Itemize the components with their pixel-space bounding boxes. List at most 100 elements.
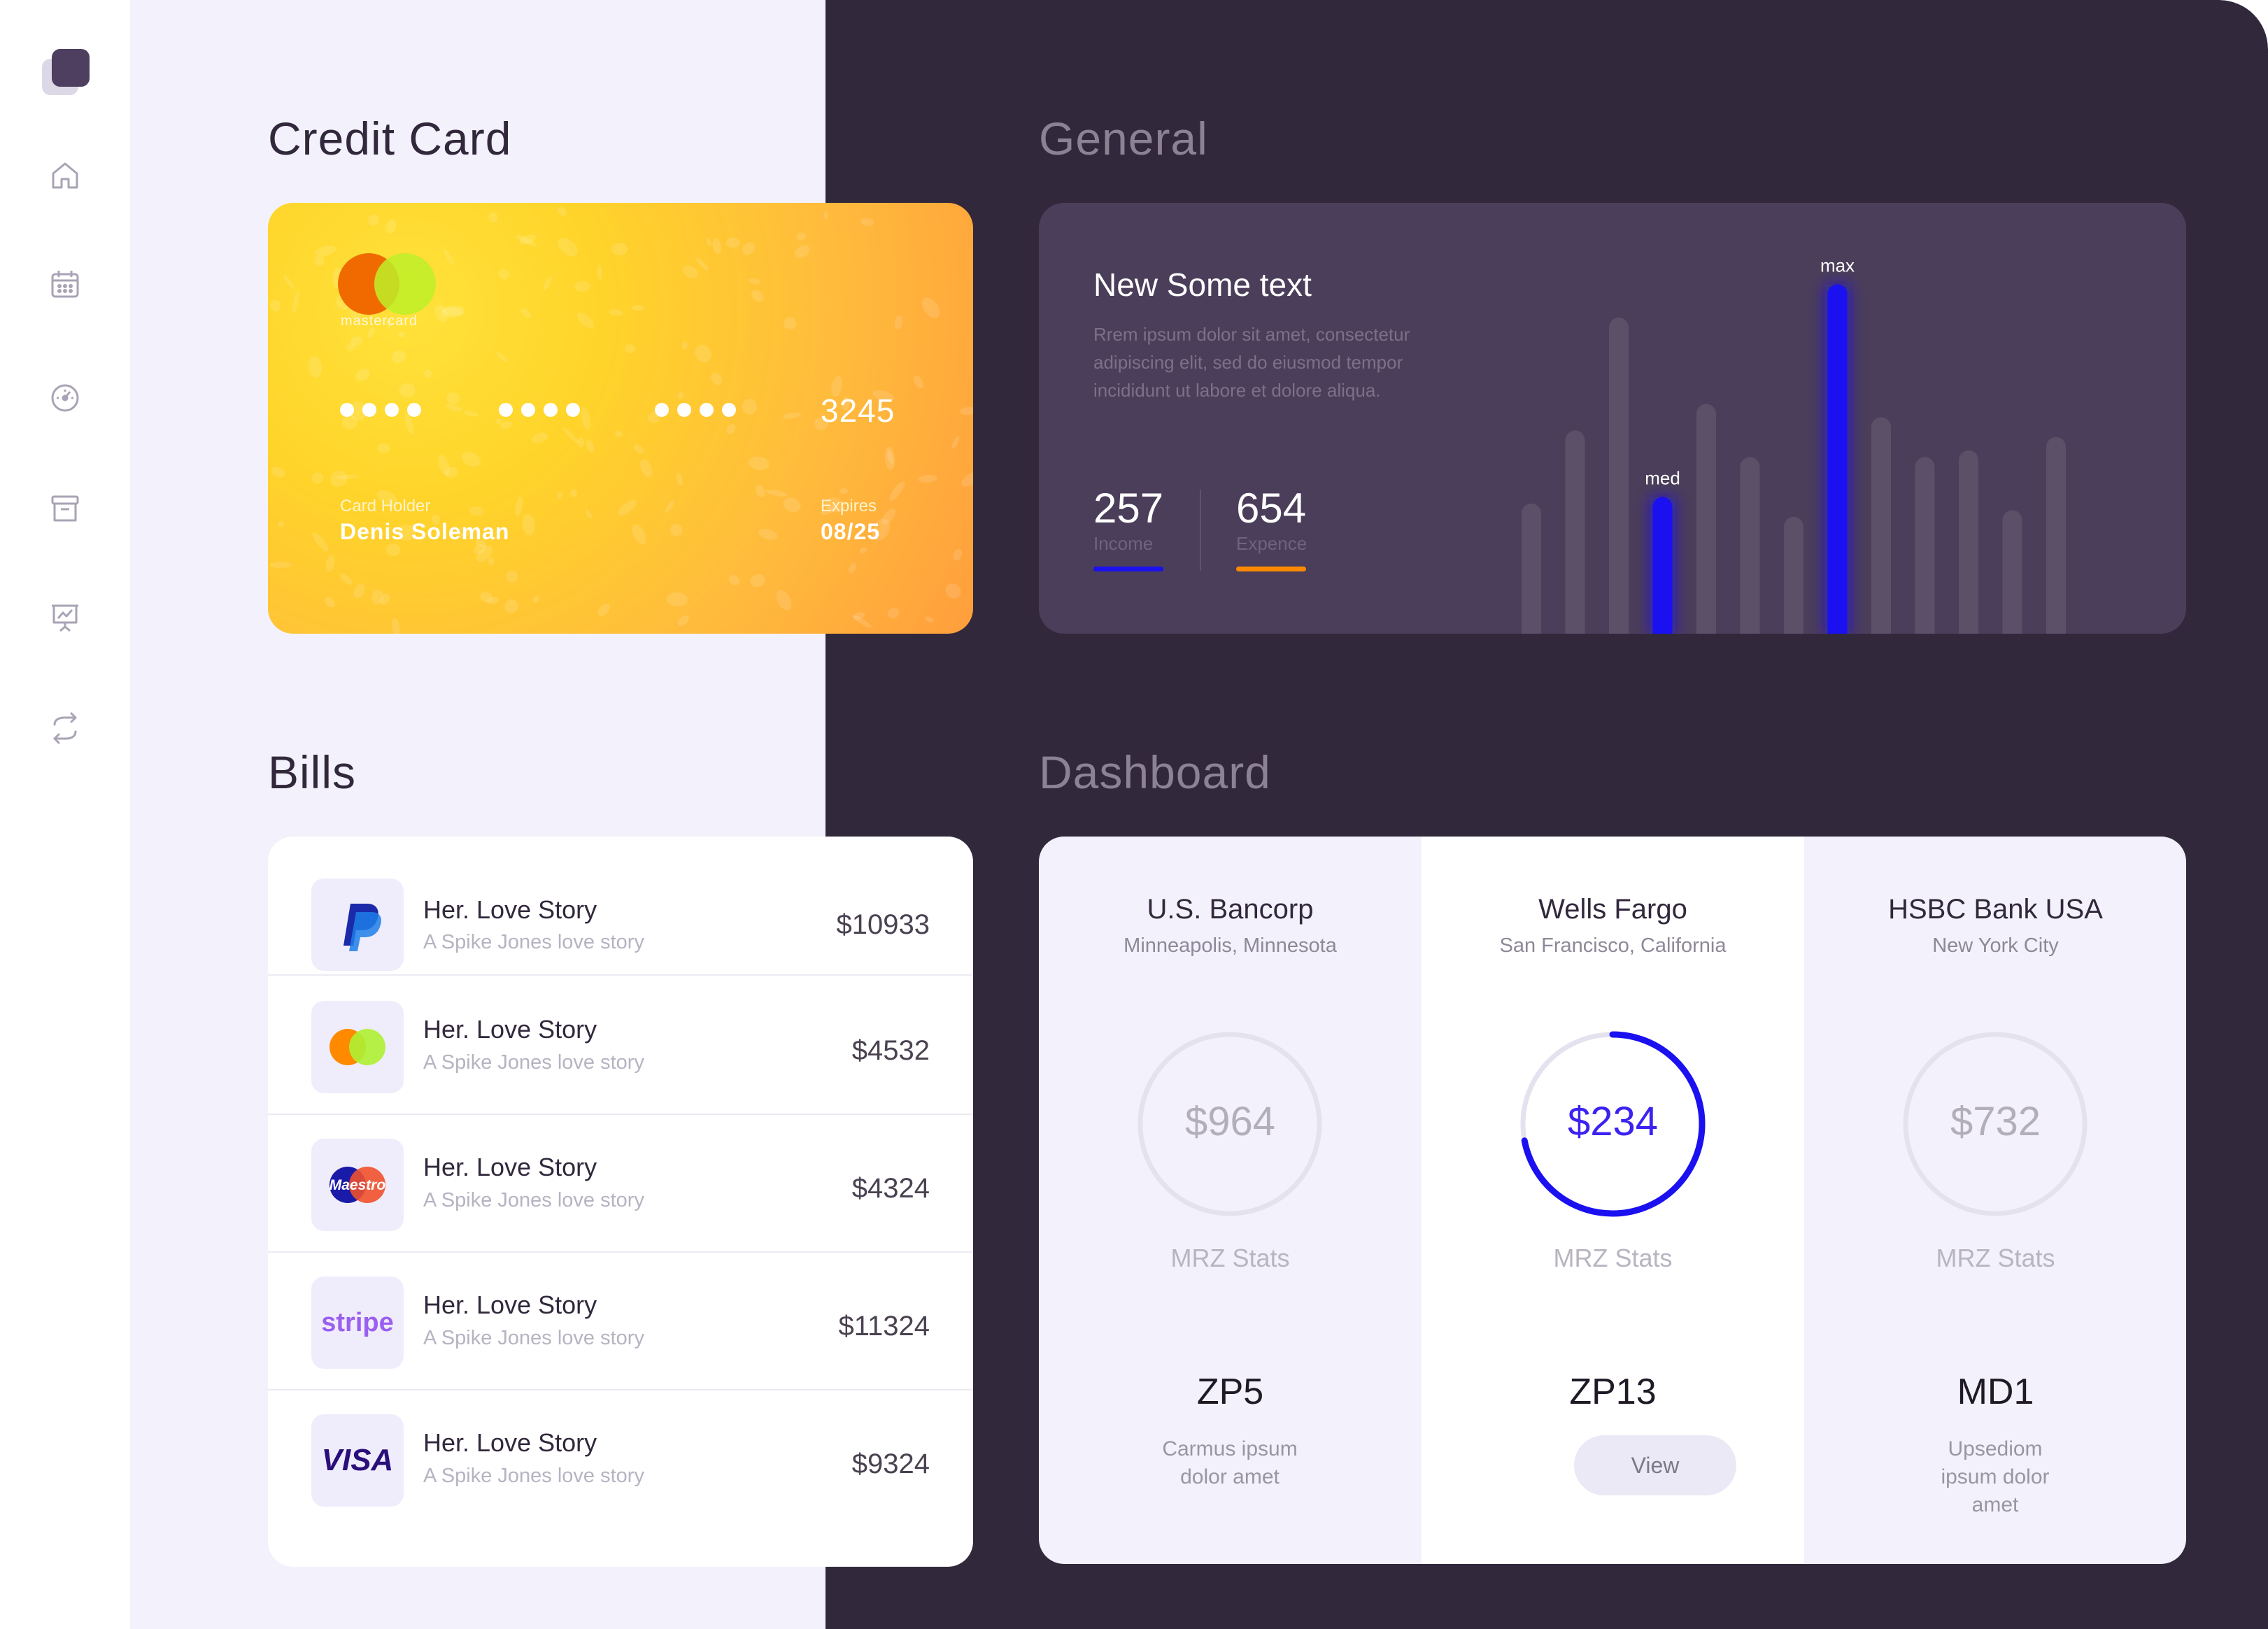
bank-stat-label: MRZ Stats [1170,1244,1290,1272]
card-speck [501,597,521,616]
card-speck [496,266,511,282]
card-speck [624,343,636,354]
bill-row[interactable]: stripe Her. Love Story A Spike Jones lov… [268,1251,973,1390]
income-value: 257 [1093,485,1164,532]
card-speck [924,615,935,623]
card-speck [596,264,602,280]
bill-row[interactable]: Her. Love Story A Spike Jones love story… [268,976,973,1115]
bank-note: Carmus ipsum dolor amet [1162,1437,1298,1488]
calendar-icon[interactable] [48,267,83,302]
bill-title: Her. Love Story [423,1015,597,1044]
chart-bar [1522,504,1541,634]
card-speck [669,522,684,538]
bank-location: San Francisco, California [1499,934,1727,957]
card-speck [487,211,499,224]
card-speck [322,595,337,610]
home-icon[interactable] [48,158,83,193]
general-panel: New Some text Rrem ipsum dolor sit amet,… [1039,203,2186,634]
card-speck [519,306,533,320]
card-brand-text: mastercard [341,313,418,329]
bank-code: ZP13 [1569,1372,1657,1412]
card-speck [632,443,646,456]
card-speck [823,211,828,220]
card-speck [324,554,336,573]
bank-code: ZP5 [1196,1372,1264,1412]
bill-subtitle: A Spike Jones love story [423,1189,644,1211]
card-number-last4: 3245 [821,392,895,429]
card-speck [711,237,723,255]
bill-row[interactable]: Maestro Her. Love Story A Spike Jones lo… [268,1114,973,1253]
card-speck [282,274,297,292]
card-speck [530,431,550,446]
dashboard-gauge-icon[interactable] [48,380,83,415]
bill-row[interactable]: Her. Love Story A Spike Jones love story… [268,837,973,976]
card-speck [959,406,973,415]
view-button[interactable]: View [1574,1435,1736,1495]
chart-bar [1609,318,1629,634]
bank-location: New York City [1932,934,2059,957]
card-speck [554,234,581,259]
chart-bar [1696,404,1716,634]
card-speck [390,618,402,634]
card-speck [574,309,597,332]
visa-icon: VISA [311,1414,404,1507]
card-number-group-3 [655,403,744,420]
presentation-chart-icon[interactable] [48,600,83,635]
card-speck [390,348,408,365]
card-speck [918,474,938,483]
card-number-group-2 [499,403,588,420]
dashboard-panel: U.S. Bancorp Minneapolis, Minnesota $964… [1039,837,2186,1564]
chart-bar-highlight [1652,497,1673,634]
card-speck [795,231,807,242]
bank-name: HSBC Bank USA [1888,894,2103,925]
card-speck [858,546,868,555]
mastercard-icon [311,1001,404,1093]
card-speck [637,457,655,480]
card-speck [708,370,724,387]
bill-amount: $11324 [838,1311,930,1342]
card-speck [781,495,804,515]
card-speck [629,522,650,547]
card-holder-name: Denis Soleman [340,519,510,544]
card-speck [585,438,596,453]
card-speck [269,562,292,569]
logo-front-square [52,49,90,87]
card-speck [663,499,676,514]
bank-name: U.S. Bancorp [1147,894,1314,925]
card-speck [942,580,964,602]
card-speck [561,426,581,446]
card-speck [666,592,688,607]
card-speck [521,513,537,536]
mastercard-logo-circle-right [374,253,436,315]
credit-card[interactable]: mastercard 3245 Card Holder Denis Solema… [268,203,973,634]
card-speck [338,571,355,587]
card-speck [609,308,624,317]
bank-column-hsbc: HSBC Bank USA New York City $732 MRZ Sta… [1804,837,2186,1564]
chart-bar [2046,437,2066,634]
card-speck [783,315,798,331]
maestro-icon: Maestro [311,1139,404,1231]
card-speck [276,520,285,529]
chart-bar-highlight [1827,284,1848,634]
card-speck [327,467,351,490]
card-speck [757,527,779,542]
general-title: General [1039,113,1208,164]
chart-bar [1740,457,1760,634]
app-frame: Credit Card General Bills Dashboard mast… [0,0,2268,1629]
bill-subtitle: A Spike Jones love story [423,1465,644,1487]
app-logo[interactable] [42,49,91,98]
card-speck [691,341,716,366]
credit-card-title: Credit Card [268,113,512,164]
card-speck [912,374,926,390]
card-speck [705,236,712,247]
archive-icon[interactable] [48,491,83,526]
card-speck [726,236,741,248]
card-speck [773,587,795,613]
expense-label: Expence [1236,533,1307,554]
bill-row[interactable]: VISA Her. Love Story A Spike Jones love … [268,1389,973,1527]
chart-bar [1784,517,1803,634]
card-speck [611,242,628,255]
card-speck [269,299,282,313]
transfer-icon[interactable] [48,711,83,746]
expense-indicator [1236,567,1306,571]
